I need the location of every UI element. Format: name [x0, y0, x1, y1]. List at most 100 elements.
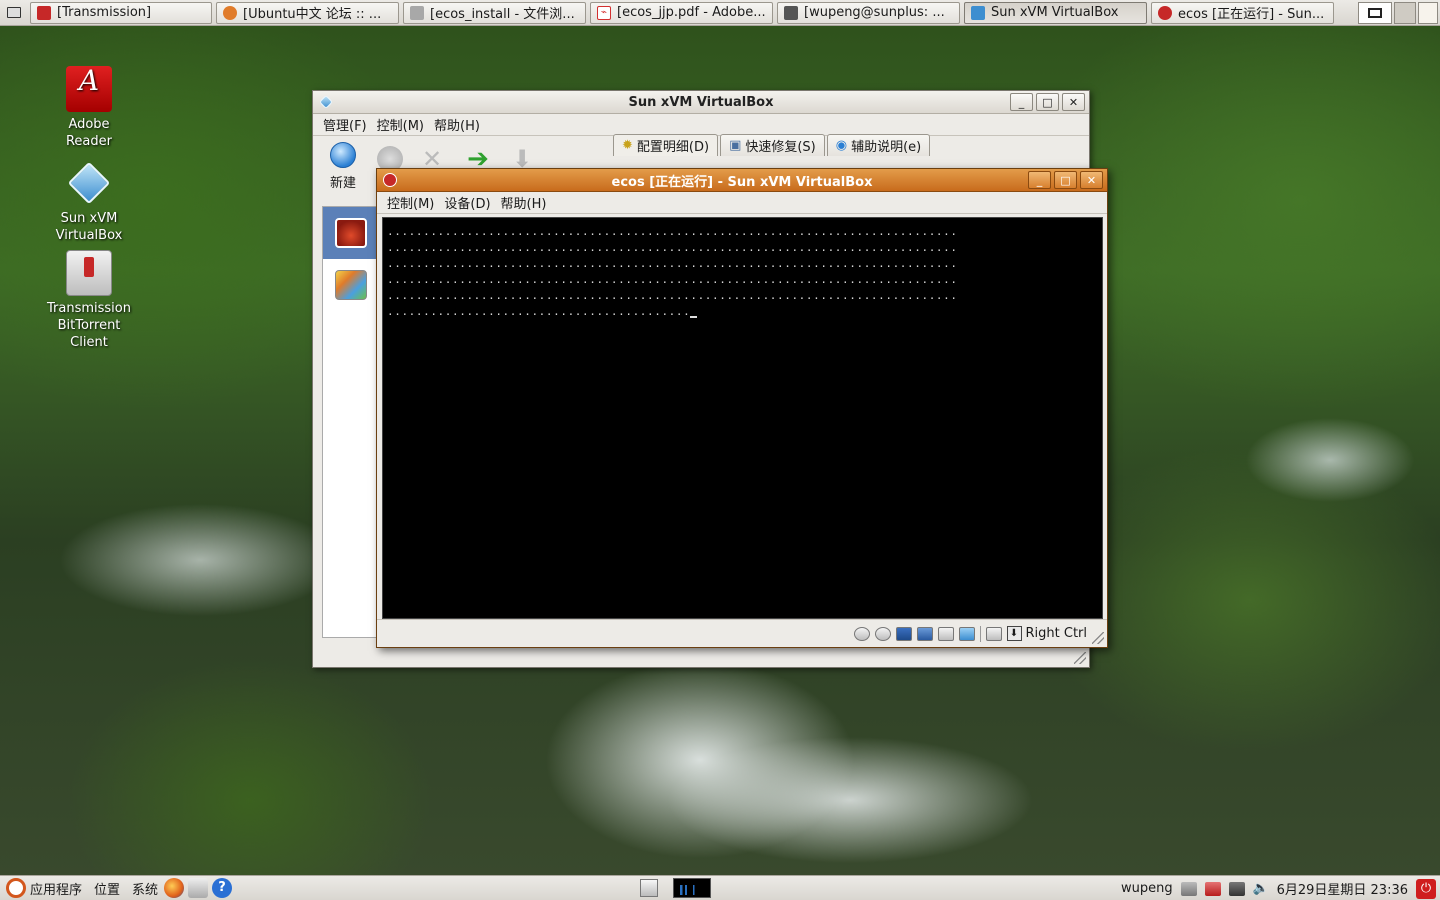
show-desktop-button[interactable] [2, 2, 26, 24]
folder-icon [410, 5, 424, 20]
adobe-reader-icon [66, 66, 112, 112]
new-vm-button[interactable]: 新建 [323, 140, 363, 191]
task-label: ecos [正在运行] - Sun... [1178, 7, 1325, 22]
resize-grip[interactable] [1074, 652, 1086, 664]
titlebar[interactable]: ecos [正在运行] - Sun xVM VirtualBox _ □ ✕ [377, 169, 1107, 192]
task-label: [ecos_install - 文件浏... [430, 7, 575, 22]
task-button-ecos-vm[interactable]: ecos [正在运行] - Sun... [1151, 1, 1334, 24]
task-button-file-browser[interactable]: [ecos_install - 文件浏... [403, 1, 586, 24]
menu-help[interactable]: 帮助(H) [430, 115, 484, 134]
windows-os-icon [335, 270, 367, 300]
screen-icon [7, 7, 21, 18]
task-button-firefox[interactable]: [Ubuntu中文 论坛 :: ... [216, 1, 399, 24]
maximize-button[interactable]: □ [1036, 93, 1059, 111]
tab-label: 配置明细(D) [636, 140, 710, 155]
resize-grip[interactable] [1092, 632, 1104, 644]
vm-list-item-ecos[interactable] [323, 207, 379, 259]
shared-folder-icon[interactable] [958, 626, 975, 641]
ubuntu-logo-icon [6, 878, 26, 898]
top-panel: [Transmission] [Ubuntu中文 论坛 :: ... [ecos… [0, 0, 1440, 26]
virtualbox-icon [971, 5, 985, 20]
desktop-icon-adobe-reader[interactable]: Adobe Reader [44, 66, 134, 150]
minimize-button[interactable]: _ [1010, 93, 1033, 111]
user-name[interactable]: wupeng [1121, 881, 1173, 896]
console-line: ........................................… [387, 289, 958, 302]
tab-description[interactable]: ◉ 辅助说明(e) [826, 134, 931, 156]
menu-control[interactable]: 控制(M) [383, 193, 438, 212]
transmission-icon [66, 250, 112, 296]
cd-rom-icon[interactable] [874, 626, 891, 641]
power-icon[interactable]: ⏻ [1416, 878, 1436, 899]
console-line: ........................................… [387, 257, 958, 270]
keyboard-arrow-icon: ⬇ [1006, 626, 1022, 641]
task-button-adobe[interactable]: ⌁ [ecos_jjp.pdf - Adobe... [590, 1, 773, 24]
tab-snapshots[interactable]: ▣ 快速修复(S) [720, 134, 825, 156]
vm-redhat-icon [1158, 5, 1172, 20]
info-bubble-icon: ◉ [835, 138, 848, 153]
workspace-2[interactable] [1394, 2, 1416, 24]
minimize-button[interactable]: _ [1028, 171, 1051, 189]
window-title: ecos [正在运行] - Sun xVM VirtualBox [611, 174, 873, 190]
task-label: [wupeng@sunplus: ... [804, 5, 945, 20]
system-label: 系统 [132, 882, 159, 898]
menu-control[interactable]: 控制(M) [373, 115, 428, 134]
menu-manage[interactable]: 管理(F) [319, 115, 371, 134]
close-button[interactable]: ✕ [1080, 171, 1103, 189]
virtualbox-icon [66, 160, 112, 206]
network-icon[interactable] [916, 626, 933, 641]
vm-display[interactable]: ........................................… [382, 217, 1103, 619]
desktop-icon-virtualbox[interactable]: Sun xVM VirtualBox [44, 160, 134, 244]
console-line: ........................................… [387, 273, 958, 286]
transmission-icon [37, 5, 51, 20]
task-button-terminal[interactable]: [wupeng@sunplus: ... [777, 1, 960, 24]
task-label: [Transmission] [57, 5, 152, 20]
workspace-switcher[interactable] [1358, 2, 1438, 24]
new-vm-label: 新建 [329, 176, 356, 191]
close-button[interactable]: ✕ [1062, 93, 1085, 111]
separator [979, 625, 981, 642]
firefox-icon [223, 5, 237, 20]
titlebar[interactable]: Sun xVM VirtualBox _ □ ✕ [313, 91, 1089, 114]
display-icon[interactable] [1228, 881, 1245, 896]
task-label: [Ubuntu中文 论坛 :: ... [243, 7, 382, 22]
desktop-icon-label: Adobe Reader [65, 117, 112, 149]
host-key-label: Right Ctrl [1025, 626, 1088, 641]
pdf-icon: ⌁ [597, 5, 611, 20]
places-label: 位置 [94, 882, 121, 898]
firefox-launcher-icon[interactable] [164, 878, 185, 898]
places-menu[interactable]: 位置 [88, 879, 126, 898]
mail-launcher-icon[interactable] [188, 878, 209, 898]
window-title: Sun xVM VirtualBox [628, 94, 774, 110]
show-desktop-button[interactable] [640, 879, 658, 897]
applications-label: 应用程序 [30, 882, 83, 898]
task-button-virtualbox[interactable]: Sun xVM VirtualBox [964, 1, 1147, 24]
volume-icon[interactable]: 🔈 [1253, 881, 1269, 896]
system-monitor-icon[interactable] [673, 878, 711, 898]
vm-running-window: ecos [正在运行] - Sun xVM VirtualBox _ □ ✕ 控… [376, 168, 1108, 648]
system-menu[interactable]: 系统 [126, 879, 164, 898]
floppy-icon[interactable] [895, 626, 912, 641]
menu-help[interactable]: 帮助(H) [497, 193, 551, 212]
task-button-transmission[interactable]: [Transmission] [30, 1, 212, 24]
tab-details[interactable]: ✹ 配置明细(D) [613, 134, 719, 156]
update-notifier-icon[interactable] [1204, 881, 1221, 896]
clock[interactable]: 6月29日星期日 23:36 [1277, 879, 1408, 898]
bottom-panel: 应用程序 位置 系统 ? wupeng 🔈 6月29日星期日 23:36 ⏻ [0, 875, 1440, 900]
help-icon[interactable]: ? [212, 878, 233, 898]
workspace-1[interactable] [1358, 2, 1392, 24]
desktop-icon-label: Transmission BitTorrent Client [47, 301, 131, 350]
desktop-icon-transmission[interactable]: Transmission BitTorrent Client [44, 250, 134, 351]
vm-list-item-2[interactable] [323, 259, 379, 311]
trash-applet[interactable] [1418, 2, 1438, 24]
desktop-icon-label: Sun xVM VirtualBox [55, 211, 123, 243]
usb-icon[interactable] [937, 626, 954, 641]
applications-menu[interactable]: 应用程序 [0, 878, 88, 898]
hard-disk-icon[interactable] [853, 626, 870, 641]
window-thumb-icon [1368, 8, 1382, 18]
text-cursor [690, 316, 698, 318]
maximize-button[interactable]: □ [1054, 171, 1077, 189]
menu-devices[interactable]: 设备(D) [440, 193, 494, 212]
mouse-integration-icon[interactable] [985, 626, 1002, 641]
network-manager-icon[interactable] [1180, 881, 1197, 896]
menubar: 控制(M) 设备(D) 帮助(H) [377, 192, 1107, 214]
